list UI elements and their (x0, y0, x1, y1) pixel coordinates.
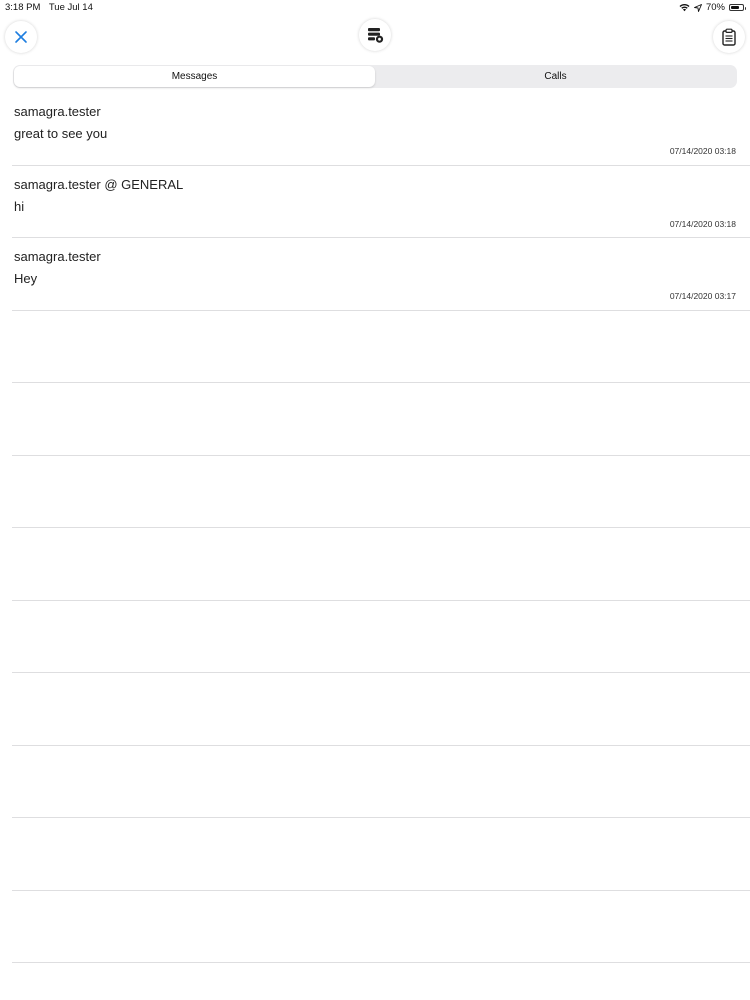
battery-icon (729, 4, 746, 11)
empty-row (12, 528, 750, 601)
empty-row (12, 383, 750, 456)
message-sender: samagra.tester @ GENERAL (14, 176, 184, 192)
battery-percent: 70% (705, 2, 725, 13)
message-sender: samagra.tester (14, 104, 101, 119)
status-bar-right: 70% (679, 2, 746, 13)
empty-row (12, 311, 750, 383)
empty-row (12, 673, 750, 746)
status-bar-left: 3:18 PM Tue Jul 14 (5, 2, 99, 13)
empty-row (12, 746, 750, 818)
nav-bar (0, 16, 750, 60)
server-settings-icon (368, 28, 384, 43)
status-date: Tue Jul 14 (48, 2, 93, 13)
message-list: samagra.tester great to see you 07/14/20… (0, 93, 750, 963)
empty-row (12, 891, 750, 963)
status-bar: 3:18 PM Tue Jul 14 70% (0, 0, 750, 16)
message-text: hi (14, 198, 25, 214)
server-settings-button[interactable] (359, 19, 391, 51)
message-timestamp: 07/14/2020 03:18 (669, 146, 736, 156)
location-arrow-icon (694, 3, 702, 12)
message-row[interactable]: samagra.tester @ GENERAL hi 07/14/2020 0… (12, 166, 750, 238)
message-timestamp: 07/14/2020 03:18 (669, 218, 736, 229)
tab-messages[interactable]: Messages (14, 66, 375, 87)
message-timestamp: 07/14/2020 03:17 (669, 291, 736, 301)
message-text: Hey (14, 271, 38, 286)
empty-row (12, 601, 750, 673)
clipboard-icon (722, 28, 736, 46)
wifi-icon (679, 4, 690, 12)
close-icon (15, 31, 27, 43)
empty-row (12, 456, 750, 528)
clipboard-button[interactable] (713, 21, 745, 53)
messages-calls-segmented-control: Messages Calls (13, 65, 737, 88)
close-button[interactable] (5, 21, 37, 53)
message-row[interactable]: samagra.tester great to see you 07/14/20… (12, 93, 750, 166)
message-text: great to see you (14, 126, 108, 141)
message-sender: samagra.tester (14, 249, 101, 264)
status-time: 3:18 PM (5, 2, 41, 13)
empty-row (12, 818, 750, 891)
battery-fill (731, 6, 739, 9)
tab-calls[interactable]: Calls (375, 66, 736, 87)
message-row[interactable]: samagra.tester Hey 07/14/2020 03:17 (12, 238, 750, 311)
